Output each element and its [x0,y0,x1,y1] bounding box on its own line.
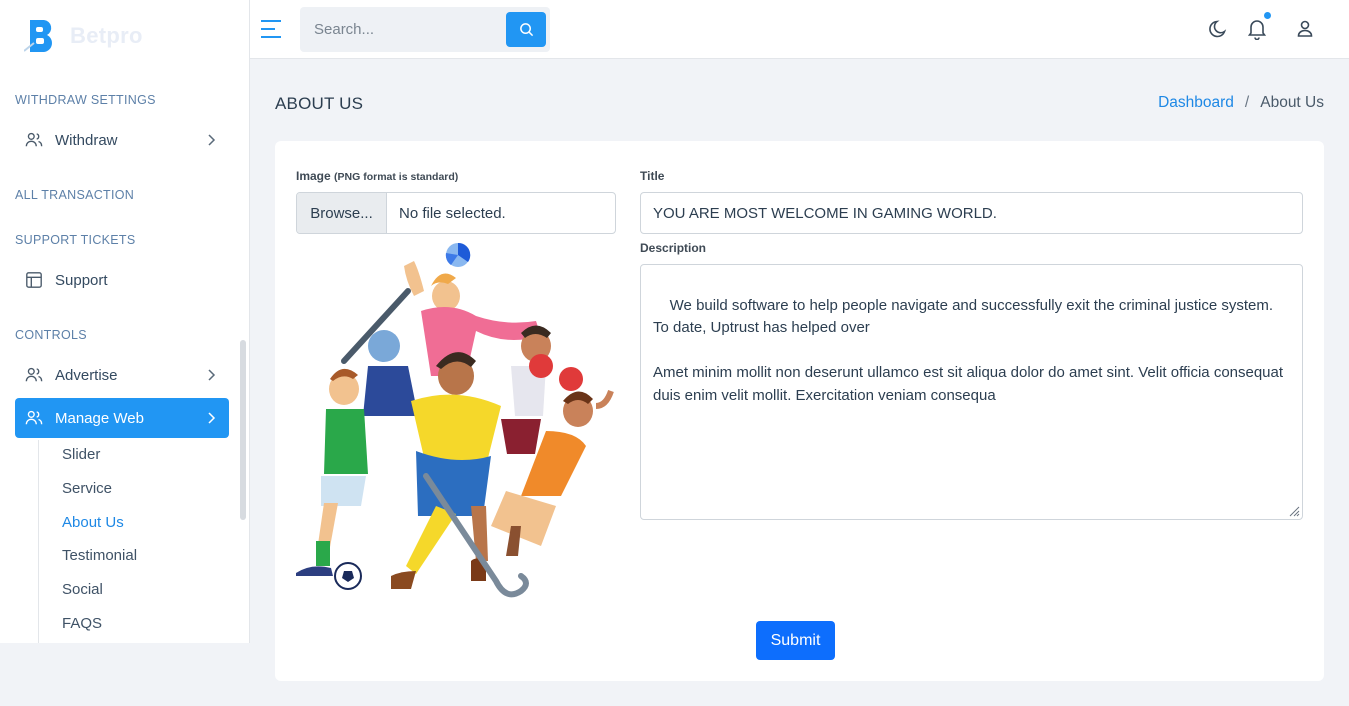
submenu-item-testimonial[interactable]: Testimonial [62,547,137,564]
resize-handle-icon[interactable] [1288,505,1300,517]
submenu-item-faqs[interactable]: FAQS [62,615,102,632]
brand-name: Betpro [70,23,143,48]
sidebar-item-advertise[interactable]: Advertise [15,355,229,395]
search-input[interactable] [300,7,506,52]
about-us-form-card: Image (PNG format is standard) Browse...… [275,141,1324,681]
sidebar-item-support[interactable]: Support [15,260,229,300]
sidebar-item-label: Manage Web [55,409,144,427]
submit-button[interactable]: Submit [756,621,835,660]
topbar [250,0,1349,59]
image-label: Image (PNG format is standard) [296,169,458,183]
sidebar-item-withdraw[interactable]: Withdraw [15,120,229,160]
image-format-hint: (PNG format is standard) [334,171,459,183]
search-button[interactable] [506,12,546,47]
description-text: We build software to help people navigat… [653,296,1284,404]
sidebar-item-manage-web[interactable]: Manage Web [15,398,229,438]
title-input[interactable] [640,192,1303,234]
browse-button[interactable]: Browse... [297,193,387,233]
sports-players-illustration [296,242,614,598]
breadcrumb-dashboard-link[interactable]: Dashboard [1158,94,1234,112]
menu-icon[interactable] [260,19,282,39]
chevron-right-icon [208,369,216,381]
breadcrumb-current: About Us [1260,94,1324,111]
brand-logo-icon [24,20,52,52]
submenu-item-service[interactable]: Service [62,480,112,497]
search-box [300,7,550,52]
chevron-right-icon [208,134,216,146]
moon-icon[interactable] [1208,18,1228,40]
sidebar-item-label: Support [55,271,108,289]
submenu-item-social[interactable]: Social [62,581,103,598]
sidebar-scrollbar[interactable] [240,340,246,520]
section-heading-withdraw-settings: WITHDRAW SETTINGS [15,93,156,107]
user-icon[interactable] [1295,18,1315,40]
search-icon [519,23,533,37]
sidebar-item-label: Withdraw [55,131,118,149]
breadcrumb-separator: / [1244,94,1250,111]
users-icon [25,367,43,382]
chevron-right-icon [208,412,216,424]
brand-logo[interactable]: Betpro [24,18,143,54]
description-textarea[interactable]: We build software to help people navigat… [640,264,1303,520]
page-title: ABOUT US [275,94,364,113]
notification-dot [1264,12,1271,19]
description-label: Description [640,241,707,255]
title-label: Title [640,169,665,183]
bell-icon[interactable] [1247,18,1267,40]
submenu-item-about-us[interactable]: About Us [62,514,124,531]
submenu-item-slider[interactable]: Slider [62,446,100,463]
submenu-guide-line [38,440,39,643]
section-heading-controls: CONTROLS [15,328,87,342]
users-icon [25,410,43,425]
breadcrumb: Dashboard / About Us [1158,94,1324,112]
section-heading-all-transaction[interactable]: ALL TRANSACTION [15,188,134,202]
layout-icon [26,272,42,288]
sidebar: Betpro WITHDRAW SETTINGS Withdraw ALL TR… [0,0,250,643]
image-label-text: Image [296,169,331,183]
image-file-input[interactable]: Browse... No file selected. [296,192,616,234]
file-status: No file selected. [399,204,506,222]
sidebar-item-label: Advertise [55,366,118,384]
section-heading-support-tickets: SUPPORT TICKETS [15,233,136,247]
users-icon [25,132,43,147]
